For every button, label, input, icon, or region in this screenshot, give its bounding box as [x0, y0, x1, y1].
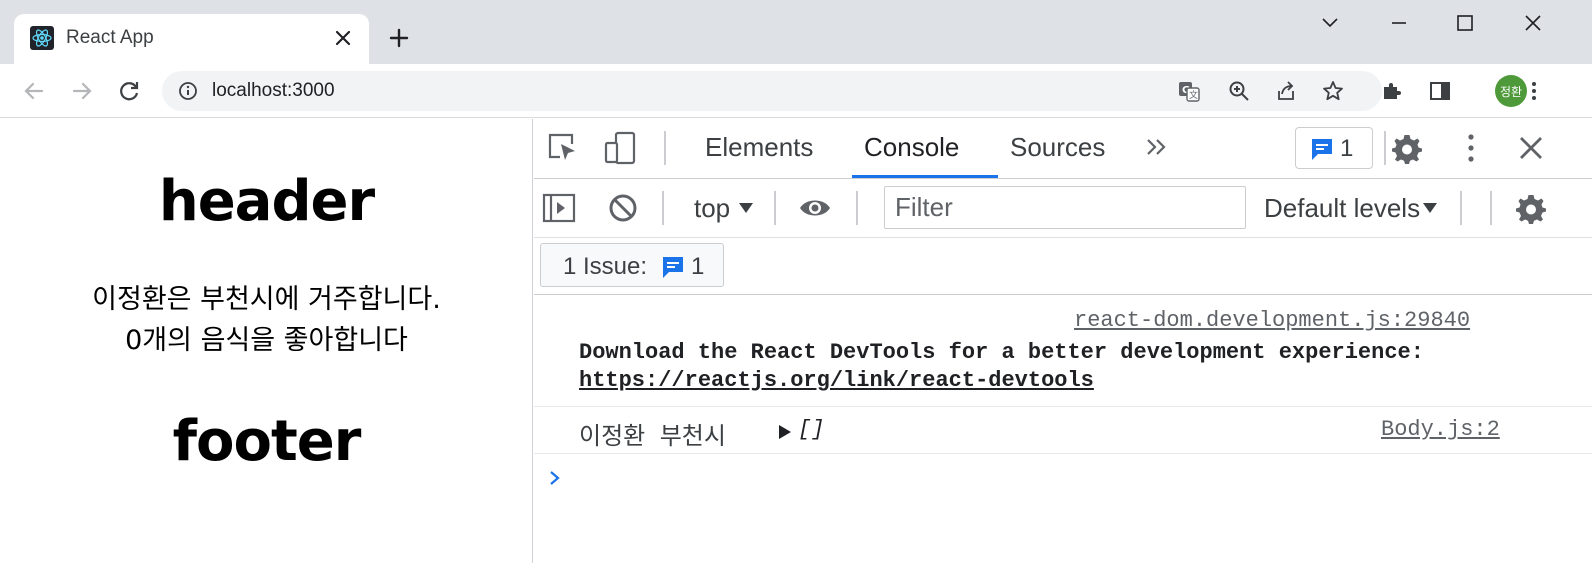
separator — [1384, 131, 1386, 165]
share-icon[interactable] — [1275, 80, 1297, 102]
react-favicon-icon — [30, 26, 54, 50]
expand-triangle-icon[interactable] — [778, 424, 792, 440]
devtools-panel: Elements Console Sources 1 top Filter De… — [534, 119, 1592, 563]
body-line-food: 0개의 음식을 좋아합니다 — [125, 325, 408, 356]
source-link[interactable]: Body.js:2 — [1381, 417, 1500, 442]
maximize-icon[interactable] — [1452, 10, 1478, 36]
device-toolbar-icon[interactable] — [604, 131, 638, 165]
console-output: react-dom.development.js:29840 Download … — [534, 296, 1592, 563]
forward-arrow-icon[interactable] — [68, 77, 96, 105]
source-link[interactable]: react-dom.development.js:29840 — [1074, 308, 1470, 333]
chrome-menu-icon[interactable] — [1522, 79, 1546, 103]
show-sidebar-icon[interactable] — [542, 191, 576, 225]
separator — [664, 131, 666, 165]
active-tab-indicator — [852, 175, 998, 178]
zoom-icon[interactable] — [1228, 80, 1250, 102]
console-message: react-dom.development.js:29840 Download … — [534, 296, 1592, 407]
more-tabs-chevron-icon[interactable] — [1142, 132, 1172, 162]
more-options-icon[interactable] — [1454, 131, 1488, 165]
address-bar[interactable]: localhost:3000 G 文 — [162, 71, 1382, 111]
tab-title: React App — [66, 27, 154, 48]
log-text: 이정환 부천시 — [579, 422, 741, 450]
tab-sources[interactable]: Sources — [1010, 132, 1105, 163]
devtools-tab-bar: Elements Console Sources 1 — [534, 119, 1592, 179]
dropdown-arrow-icon — [739, 203, 753, 213]
issues-button[interactable]: 1 Issue: 1 — [540, 243, 724, 287]
svg-text:文: 文 — [1189, 89, 1198, 101]
tab-elements[interactable]: Elements — [705, 132, 813, 163]
site-info-icon[interactable] — [178, 81, 198, 101]
page-viewport: header 이정환은 부천시에 거주합니다. 0개의 음식을 좋아합니다 fo… — [0, 119, 533, 563]
console-message: 이정환 부천시 [] Body.js:2 — [534, 408, 1592, 454]
settings-gear-icon[interactable] — [1390, 131, 1424, 165]
window-close-icon[interactable] — [1520, 10, 1546, 36]
live-expression-eye-icon[interactable] — [798, 191, 832, 225]
message-icon — [663, 257, 683, 278]
separator — [662, 191, 664, 225]
close-tab-icon[interactable] — [332, 27, 354, 49]
extensions-puzzle-icon[interactable] — [1380, 79, 1404, 103]
separator — [774, 191, 776, 225]
issues-label: 1 Issue: — [563, 253, 648, 280]
clear-console-icon[interactable] — [606, 191, 640, 225]
minimize-icon[interactable] — [1386, 10, 1412, 36]
logged-array[interactable]: [] — [798, 417, 824, 442]
tab-console[interactable]: Console — [864, 132, 959, 163]
console-filter-input[interactable] — [884, 186, 1246, 229]
bookmark-star-icon[interactable] — [1322, 80, 1344, 102]
tab-strip: React App — [0, 0, 1592, 64]
message-icon — [1312, 139, 1332, 160]
side-panel-icon[interactable] — [1428, 79, 1452, 103]
console-settings-gear-icon[interactable] — [1514, 191, 1548, 225]
separator — [1490, 191, 1492, 225]
issues-badge[interactable]: 1 — [1295, 127, 1373, 169]
separator — [1460, 191, 1462, 225]
page-footer-heading: footer — [172, 409, 362, 474]
separator — [856, 191, 858, 225]
body-line-residence: 이정환은 부천시에 거주합니다. — [92, 284, 441, 315]
message-text: Download the React DevTools for a better… — [579, 340, 1424, 365]
issues-bar: 1 Issue: 1 — [534, 238, 1592, 295]
page-body-text: 이정환은 부천시에 거주합니다. 0개의 음식을 좋아합니다 — [0, 279, 533, 361]
tab-search-chevron-icon[interactable] — [1317, 10, 1343, 36]
new-tab-icon[interactable] — [387, 26, 411, 50]
translate-icon[interactable]: G 文 — [1178, 80, 1200, 102]
browser-toolbar: localhost:3000 G 文 정환 — [0, 64, 1592, 118]
issues-count: 1 — [691, 253, 705, 280]
inspect-element-icon[interactable] — [546, 131, 580, 165]
context-selector-label: top — [694, 193, 731, 223]
back-arrow-icon[interactable] — [20, 77, 48, 105]
browser-tab[interactable]: React App — [14, 14, 369, 64]
page-header-heading: header — [158, 169, 375, 234]
dropdown-arrow-icon — [1423, 203, 1437, 213]
issues-badge-count: 1 — [1340, 135, 1354, 162]
url-text: localhost:3000 — [212, 80, 335, 101]
console-prompt-chevron-icon[interactable] — [546, 469, 564, 487]
log-levels-label: Default levels — [1264, 193, 1421, 223]
close-devtools-icon[interactable] — [1514, 131, 1548, 165]
console-filter-bar: top Default levels — [534, 179, 1592, 238]
devtools-download-link[interactable]: https://reactjs.org/link/react-devtools — [579, 368, 1094, 393]
reload-icon[interactable] — [115, 77, 143, 105]
